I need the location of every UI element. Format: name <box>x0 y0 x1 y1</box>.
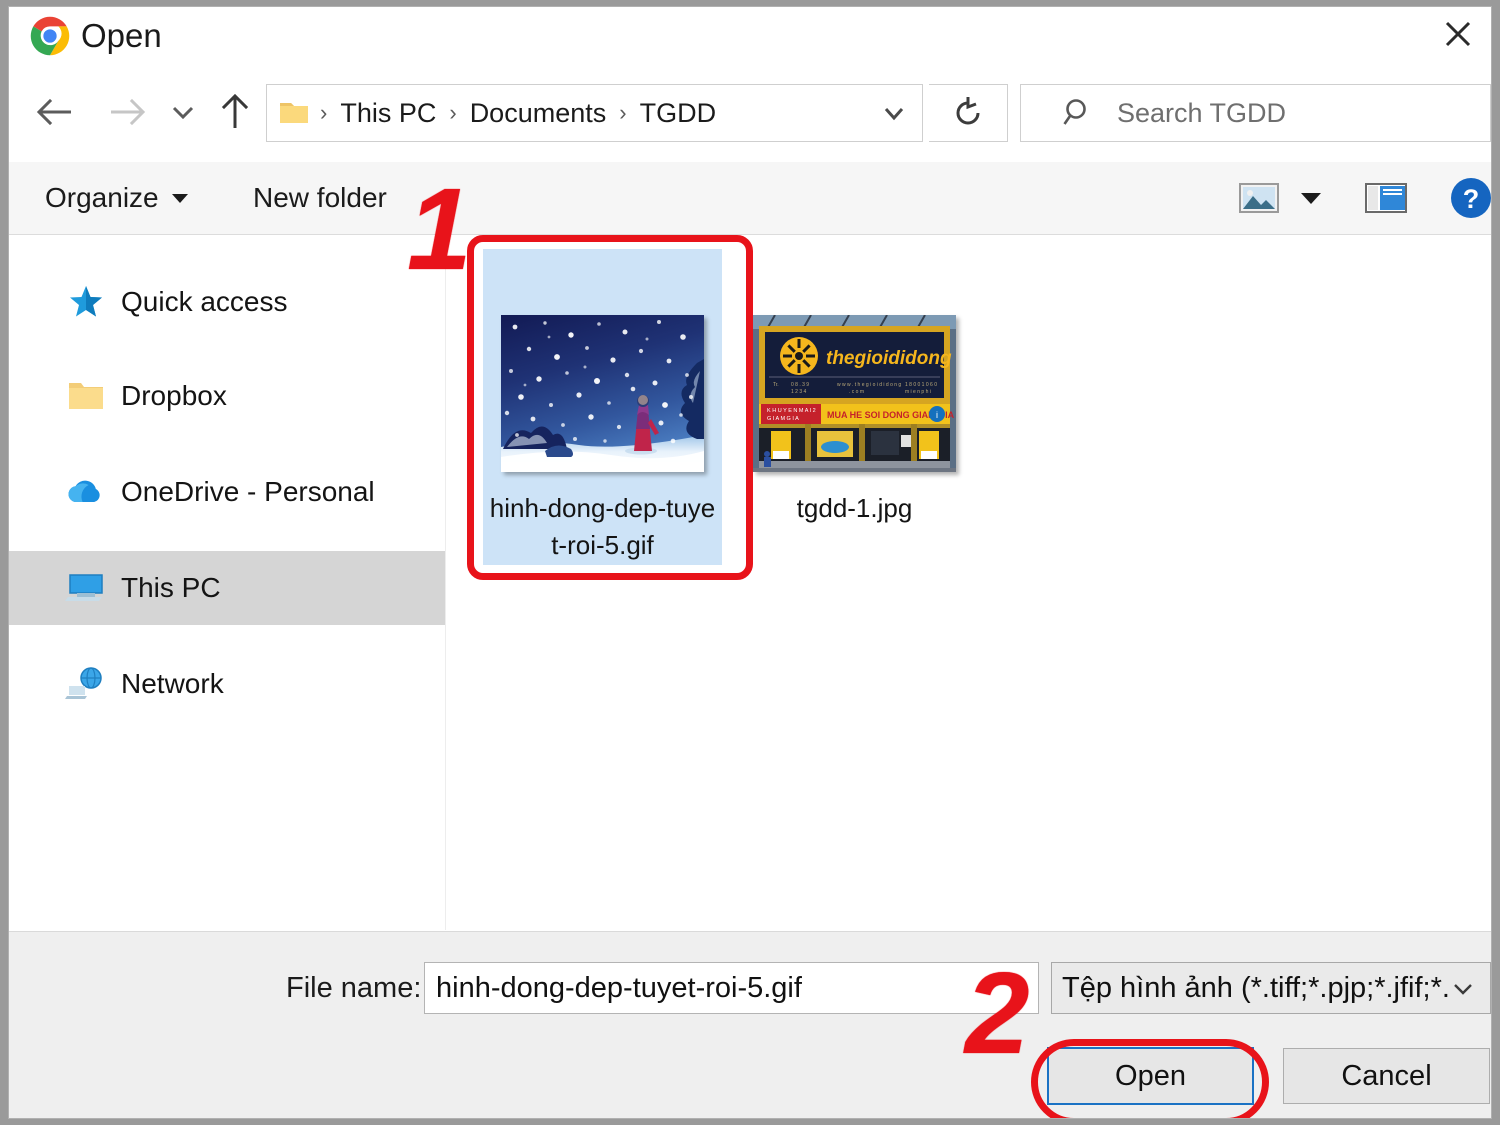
file-name-input[interactable]: hinh-dong-dep-tuyet-roi-5.gif <box>424 962 1039 1014</box>
svg-text:w w w . t h e g i o i d i d o: w w w . t h e g i o i d i d o n g <box>837 382 901 388</box>
close-icon[interactable] <box>1425 7 1491 61</box>
caret-down-icon <box>171 193 188 203</box>
navigation-bar: › This PC › Documents › TGDD Search TGDD <box>9 69 1491 162</box>
file-type-value: Tệp hình ảnh (*.tiff;*.pjp;*.jfif;*.g <box>1062 971 1450 1004</box>
up-arrow-icon[interactable] <box>207 82 263 142</box>
file-item-selected[interactable]: hinh-dong-dep-tuyet-roi-5.gif <box>483 249 722 565</box>
search-icon <box>1063 97 1095 129</box>
navigation-sidebar: Quick access Dropbox OneDrive - Personal <box>9 235 446 930</box>
file-thumbnail-storefront: thegioididong Tr. 0 8 . 3 9 w w w . t h e… <box>753 314 976 472</box>
refresh-icon[interactable] <box>929 84 1008 142</box>
svg-text:1 8 0 0 1 0 6 0: 1 8 0 0 1 0 6 0 <box>905 382 937 388</box>
folder-icon <box>279 100 309 126</box>
cancel-button-label: Cancel <box>1341 1059 1432 1092</box>
organize-label: Organize <box>45 182 159 213</box>
sidebar-item-dropbox[interactable]: Dropbox <box>9 359 445 433</box>
sidebar-item-onedrive[interactable]: OneDrive - Personal <box>9 455 445 529</box>
monitor-icon <box>63 570 109 606</box>
new-folder-button[interactable]: New folder <box>253 162 387 234</box>
svg-text:0 8 . 3 9: 0 8 . 3 9 <box>791 382 809 388</box>
window-title: Open <box>81 17 162 54</box>
forward-arrow-icon[interactable] <box>99 82 155 142</box>
star-icon <box>63 282 109 322</box>
breadcrumb-documents[interactable]: Documents <box>468 98 609 129</box>
file-item[interactable]: thegioididong Tr. 0 8 . 3 9 w w w . t h e… <box>735 249 976 565</box>
recent-locations-chevron-icon[interactable] <box>161 82 205 142</box>
svg-text:1 2 3 4: 1 2 3 4 <box>791 389 807 395</box>
organize-button[interactable]: Organize <box>45 162 188 234</box>
file-thumbnail-snow-night <box>501 315 704 472</box>
sidebar-item-this-pc[interactable]: This PC <box>9 551 445 625</box>
sidebar-item-label: OneDrive - Personal <box>121 476 375 507</box>
sidebar-item-network[interactable]: Network <box>9 647 445 721</box>
back-arrow-icon[interactable] <box>27 82 83 142</box>
new-folder-label: New folder <box>253 182 387 213</box>
folder-icon <box>63 379 109 413</box>
search-placeholder: Search TGDD <box>1117 97 1287 128</box>
svg-text:G I A M G I A: G I A M G I A <box>767 416 799 422</box>
picture-view-icon[interactable] <box>1235 162 1283 234</box>
open-file-dialog: Open › This PC › Documents › TGDD Search… <box>8 6 1492 1119</box>
file-name-label: hinh-dong-dep-tuyet-roi-5.gif <box>489 493 716 560</box>
svg-text:Tr.: Tr. <box>773 382 779 388</box>
command-toolbar: Organize New folder ? <box>9 162 1491 235</box>
cancel-button[interactable]: Cancel <box>1283 1048 1490 1104</box>
preview-pane-icon[interactable] <box>1361 162 1411 234</box>
breadcrumb-tgdd[interactable]: TGDD <box>638 98 719 129</box>
svg-text:K H U Y E N M A I 2: K H U Y E N M A I 2 <box>767 408 816 414</box>
chevron-down-icon <box>1450 979 1476 997</box>
file-type-select[interactable]: Tệp hình ảnh (*.tiff;*.pjp;*.jfif;*.g <box>1051 962 1491 1014</box>
file-name-value: hinh-dong-dep-tuyet-roi-5.gif <box>436 971 802 1004</box>
title-bar: Open <box>9 7 1491 69</box>
network-icon <box>63 666 109 702</box>
help-question-icon[interactable]: ? <box>1447 162 1491 234</box>
breadcrumb-this-pc[interactable]: This PC <box>338 98 438 129</box>
svg-text:thegioididong: thegioididong <box>826 348 952 369</box>
file-list-area[interactable]: hinh-dong-dep-tuyet-roi-5.gif thegioidid… <box>447 235 1491 930</box>
search-input[interactable]: Search TGDD <box>1020 84 1491 142</box>
breadcrumb-separator: › <box>619 100 627 125</box>
svg-text:. c o m: . c o m <box>849 389 864 395</box>
file-name-label-static: File name: <box>286 972 422 1004</box>
sidebar-item-label: Dropbox <box>121 380 227 411</box>
svg-text:m i e n p h i: m i e n p h i <box>905 389 931 395</box>
open-button[interactable]: Open <box>1047 1047 1254 1105</box>
sidebar-item-quick-access[interactable]: Quick access <box>9 265 445 339</box>
svg-text:?: ? <box>1463 184 1480 214</box>
sidebar-item-label: Network <box>121 668 224 699</box>
breadcrumb-separator: › <box>320 100 328 125</box>
dialog-footer: File name: hinh-dong-dep-tuyet-roi-5.gif… <box>9 931 1491 1118</box>
caret-down-icon[interactable] <box>1291 162 1331 234</box>
sidebar-item-label: This PC <box>121 572 221 603</box>
sidebar-item-label: Quick access <box>121 286 288 317</box>
open-button-label: Open <box>1115 1059 1186 1092</box>
cloud-icon <box>63 477 109 507</box>
chrome-icon <box>29 15 71 57</box>
svg-text:i: i <box>936 410 938 420</box>
breadcrumb-separator: › <box>449 100 457 125</box>
address-breadcrumb-bar[interactable]: › This PC › Documents › TGDD <box>266 84 923 142</box>
chevron-down-icon[interactable] <box>866 85 922 141</box>
file-name-label: tgdd-1.jpg <box>796 493 913 523</box>
